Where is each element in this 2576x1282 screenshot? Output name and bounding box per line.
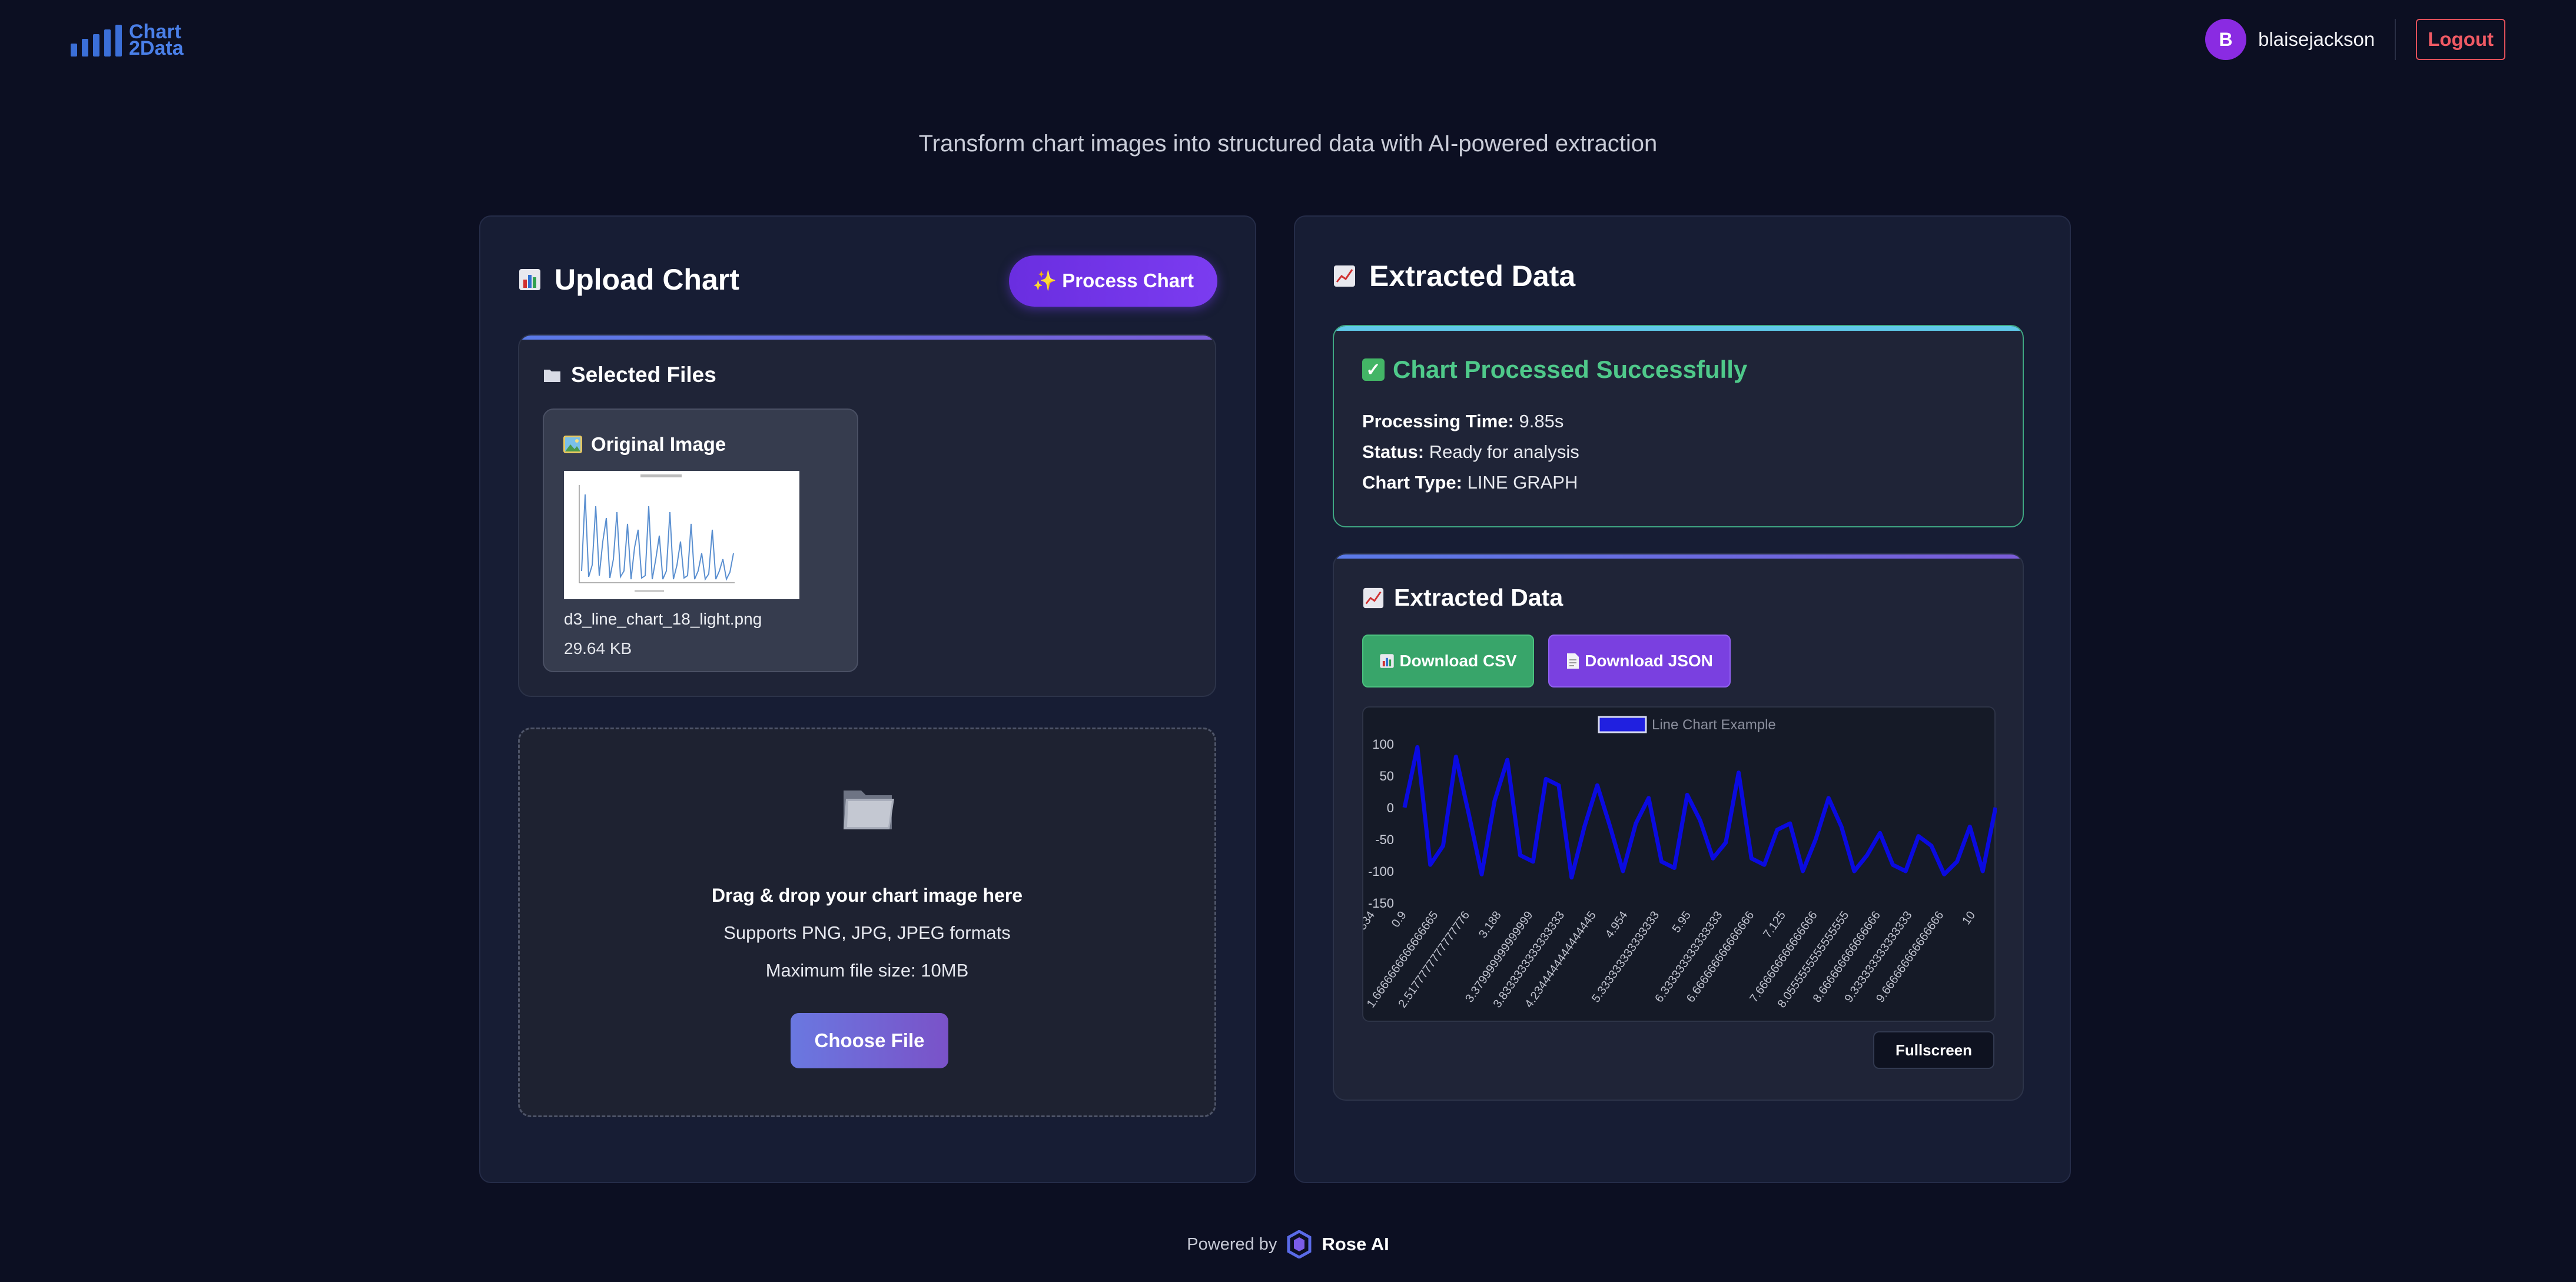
- download-json-button[interactable]: Download JSON: [1548, 635, 1731, 688]
- card-accent-line: [519, 336, 1215, 340]
- selected-files-card: Selected Files Original Image d3_line_ch…: [518, 334, 1216, 697]
- success-title-text: Chart Processed Successfully: [1393, 356, 1748, 383]
- legend-label: Line Chart Example: [1652, 717, 1776, 733]
- fullscreen-button[interactable]: Fullscreen: [1873, 1031, 1994, 1069]
- selected-files-title-text: Selected Files: [571, 363, 716, 387]
- status-value: Ready for analysis: [1429, 441, 1579, 462]
- logout-button[interactable]: Logout: [2416, 19, 2505, 60]
- status-line: Status: Ready for analysis: [1362, 441, 1579, 463]
- rose-ai-logo-icon: [1287, 1230, 1312, 1258]
- processing-time-line: Processing Time: 9.85s: [1362, 411, 1563, 432]
- y-tick-label: 50: [1380, 769, 1394, 783]
- dropzone-main-text: Drag & drop your chart image here: [711, 885, 1023, 906]
- selected-files-title: Selected Files: [543, 363, 716, 387]
- tagline: Transform chart images into structured d…: [918, 131, 1658, 157]
- dropzone-formats-text: Supports PNG, JPG, JPEG formats: [723, 922, 1011, 943]
- document-icon: [1567, 653, 1579, 669]
- line-chart-svg: Line Chart Example100500-50-100-1500.233…: [1363, 716, 1997, 1010]
- username: blaisejackson: [2258, 28, 2375, 50]
- processing-time-label: Processing Time:: [1362, 411, 1514, 431]
- powered-by-text: Powered by: [1187, 1234, 1277, 1254]
- bar-chart-icon: [519, 269, 540, 290]
- folder-icon: [844, 791, 894, 829]
- user-menu: B blaisejackson Logout: [2205, 19, 2505, 60]
- result-panel: Extracted Data ✓ Chart Processed Success…: [1294, 215, 2071, 1183]
- chart-type-value: LINE GRAPH: [1467, 472, 1578, 493]
- extracted-data-title: Extracted Data: [1362, 584, 1563, 612]
- file-name: d3_line_chart_18_light.png: [564, 610, 762, 628]
- line-chart-icon: [1363, 587, 1384, 608]
- upload-panel-title-text: Upload Chart: [555, 263, 739, 296]
- extracted-data-title-text: Extracted Data: [1394, 584, 1563, 611]
- series-line: [1402, 745, 1997, 880]
- footer: Powered by Rose AI: [0, 1230, 2576, 1258]
- x-tick-label: 7.125: [1761, 909, 1788, 941]
- download-json-label: Download JSON: [1585, 652, 1713, 670]
- original-image-label: Original Image: [591, 433, 726, 455]
- file-dropzone[interactable]: Drag & drop your chart image here Suppor…: [518, 728, 1216, 1117]
- result-panel-title: Extracted Data: [1333, 259, 1575, 293]
- header-divider: [2395, 19, 2396, 60]
- x-tick-label: 5.95: [1670, 909, 1694, 935]
- original-image-title: Original Image: [563, 433, 726, 456]
- logo-line2: 2Data: [129, 37, 184, 59]
- extracted-data-card: Extracted Data Download CSV Download JSO…: [1333, 553, 2024, 1101]
- card-accent-line: [1334, 554, 2023, 559]
- y-tick-label: -100: [1368, 864, 1394, 879]
- file-size: 29.64 KB: [564, 639, 632, 657]
- x-tick-label: 3.188: [1476, 909, 1504, 941]
- process-chart-button[interactable]: ✨ Process Chart: [1008, 255, 1217, 307]
- success-title: ✓ Chart Processed Successfully: [1362, 356, 1747, 384]
- line-chart-icon: [1334, 265, 1355, 287]
- x-tick-label: 5.333333333333333: [1589, 909, 1662, 1005]
- download-csv-button[interactable]: Download CSV: [1362, 635, 1534, 688]
- y-tick-label: 100: [1372, 737, 1394, 752]
- picture-icon: [563, 436, 582, 453]
- y-tick-label: 0: [1387, 801, 1394, 815]
- upload-panel-title: Upload Chart: [518, 263, 739, 297]
- check-icon: ✓: [1362, 358, 1385, 381]
- chart-thumbnail: [564, 471, 799, 599]
- success-card: ✓ Chart Processed Successfully Processin…: [1333, 325, 2024, 527]
- dropzone-size-text: Maximum file size: 10MB: [765, 960, 969, 981]
- legend-swatch: [1598, 716, 1647, 733]
- chart-type-line: Chart Type: LINE GRAPH: [1362, 472, 1578, 493]
- x-tick-label: 0.9: [1389, 909, 1409, 929]
- brand-name: Rose AI: [1322, 1234, 1389, 1254]
- logo-bars-icon: [71, 22, 122, 57]
- download-csv-label: Download CSV: [1399, 652, 1517, 670]
- upload-panel: Upload Chart ✨ Process Chart Selected Fi…: [479, 215, 1256, 1183]
- chart-type-label: Chart Type:: [1362, 472, 1462, 493]
- bar-chart-icon: [1380, 654, 1395, 668]
- avatar[interactable]: B: [2205, 19, 2247, 60]
- extracted-chart[interactable]: Line Chart Example 100 50 0 -50 -100 -150 0.233…: [1362, 706, 1997, 1022]
- x-tick-label: 10: [1960, 909, 1978, 927]
- success-accent-line: [1334, 326, 2023, 331]
- folder-icon: [544, 370, 560, 382]
- app-logo[interactable]: Chart 2Data: [71, 22, 184, 59]
- choose-file-button[interactable]: Choose File: [791, 1013, 948, 1068]
- y-tick-label: -150: [1368, 896, 1394, 911]
- x-tick-label: 4.954: [1603, 909, 1631, 941]
- top-bar: Chart 2Data B blaisejackson Logout: [0, 0, 2576, 82]
- y-tick-label: -50: [1375, 832, 1394, 847]
- result-panel-title-text: Extracted Data: [1369, 260, 1576, 293]
- file-preview-card[interactable]: Original Image d3_line_chart_18_light.pn…: [543, 408, 858, 672]
- logo-text: Chart 2Data: [129, 22, 184, 59]
- status-label: Status:: [1362, 441, 1425, 462]
- processing-time-value: 9.85s: [1519, 411, 1564, 431]
